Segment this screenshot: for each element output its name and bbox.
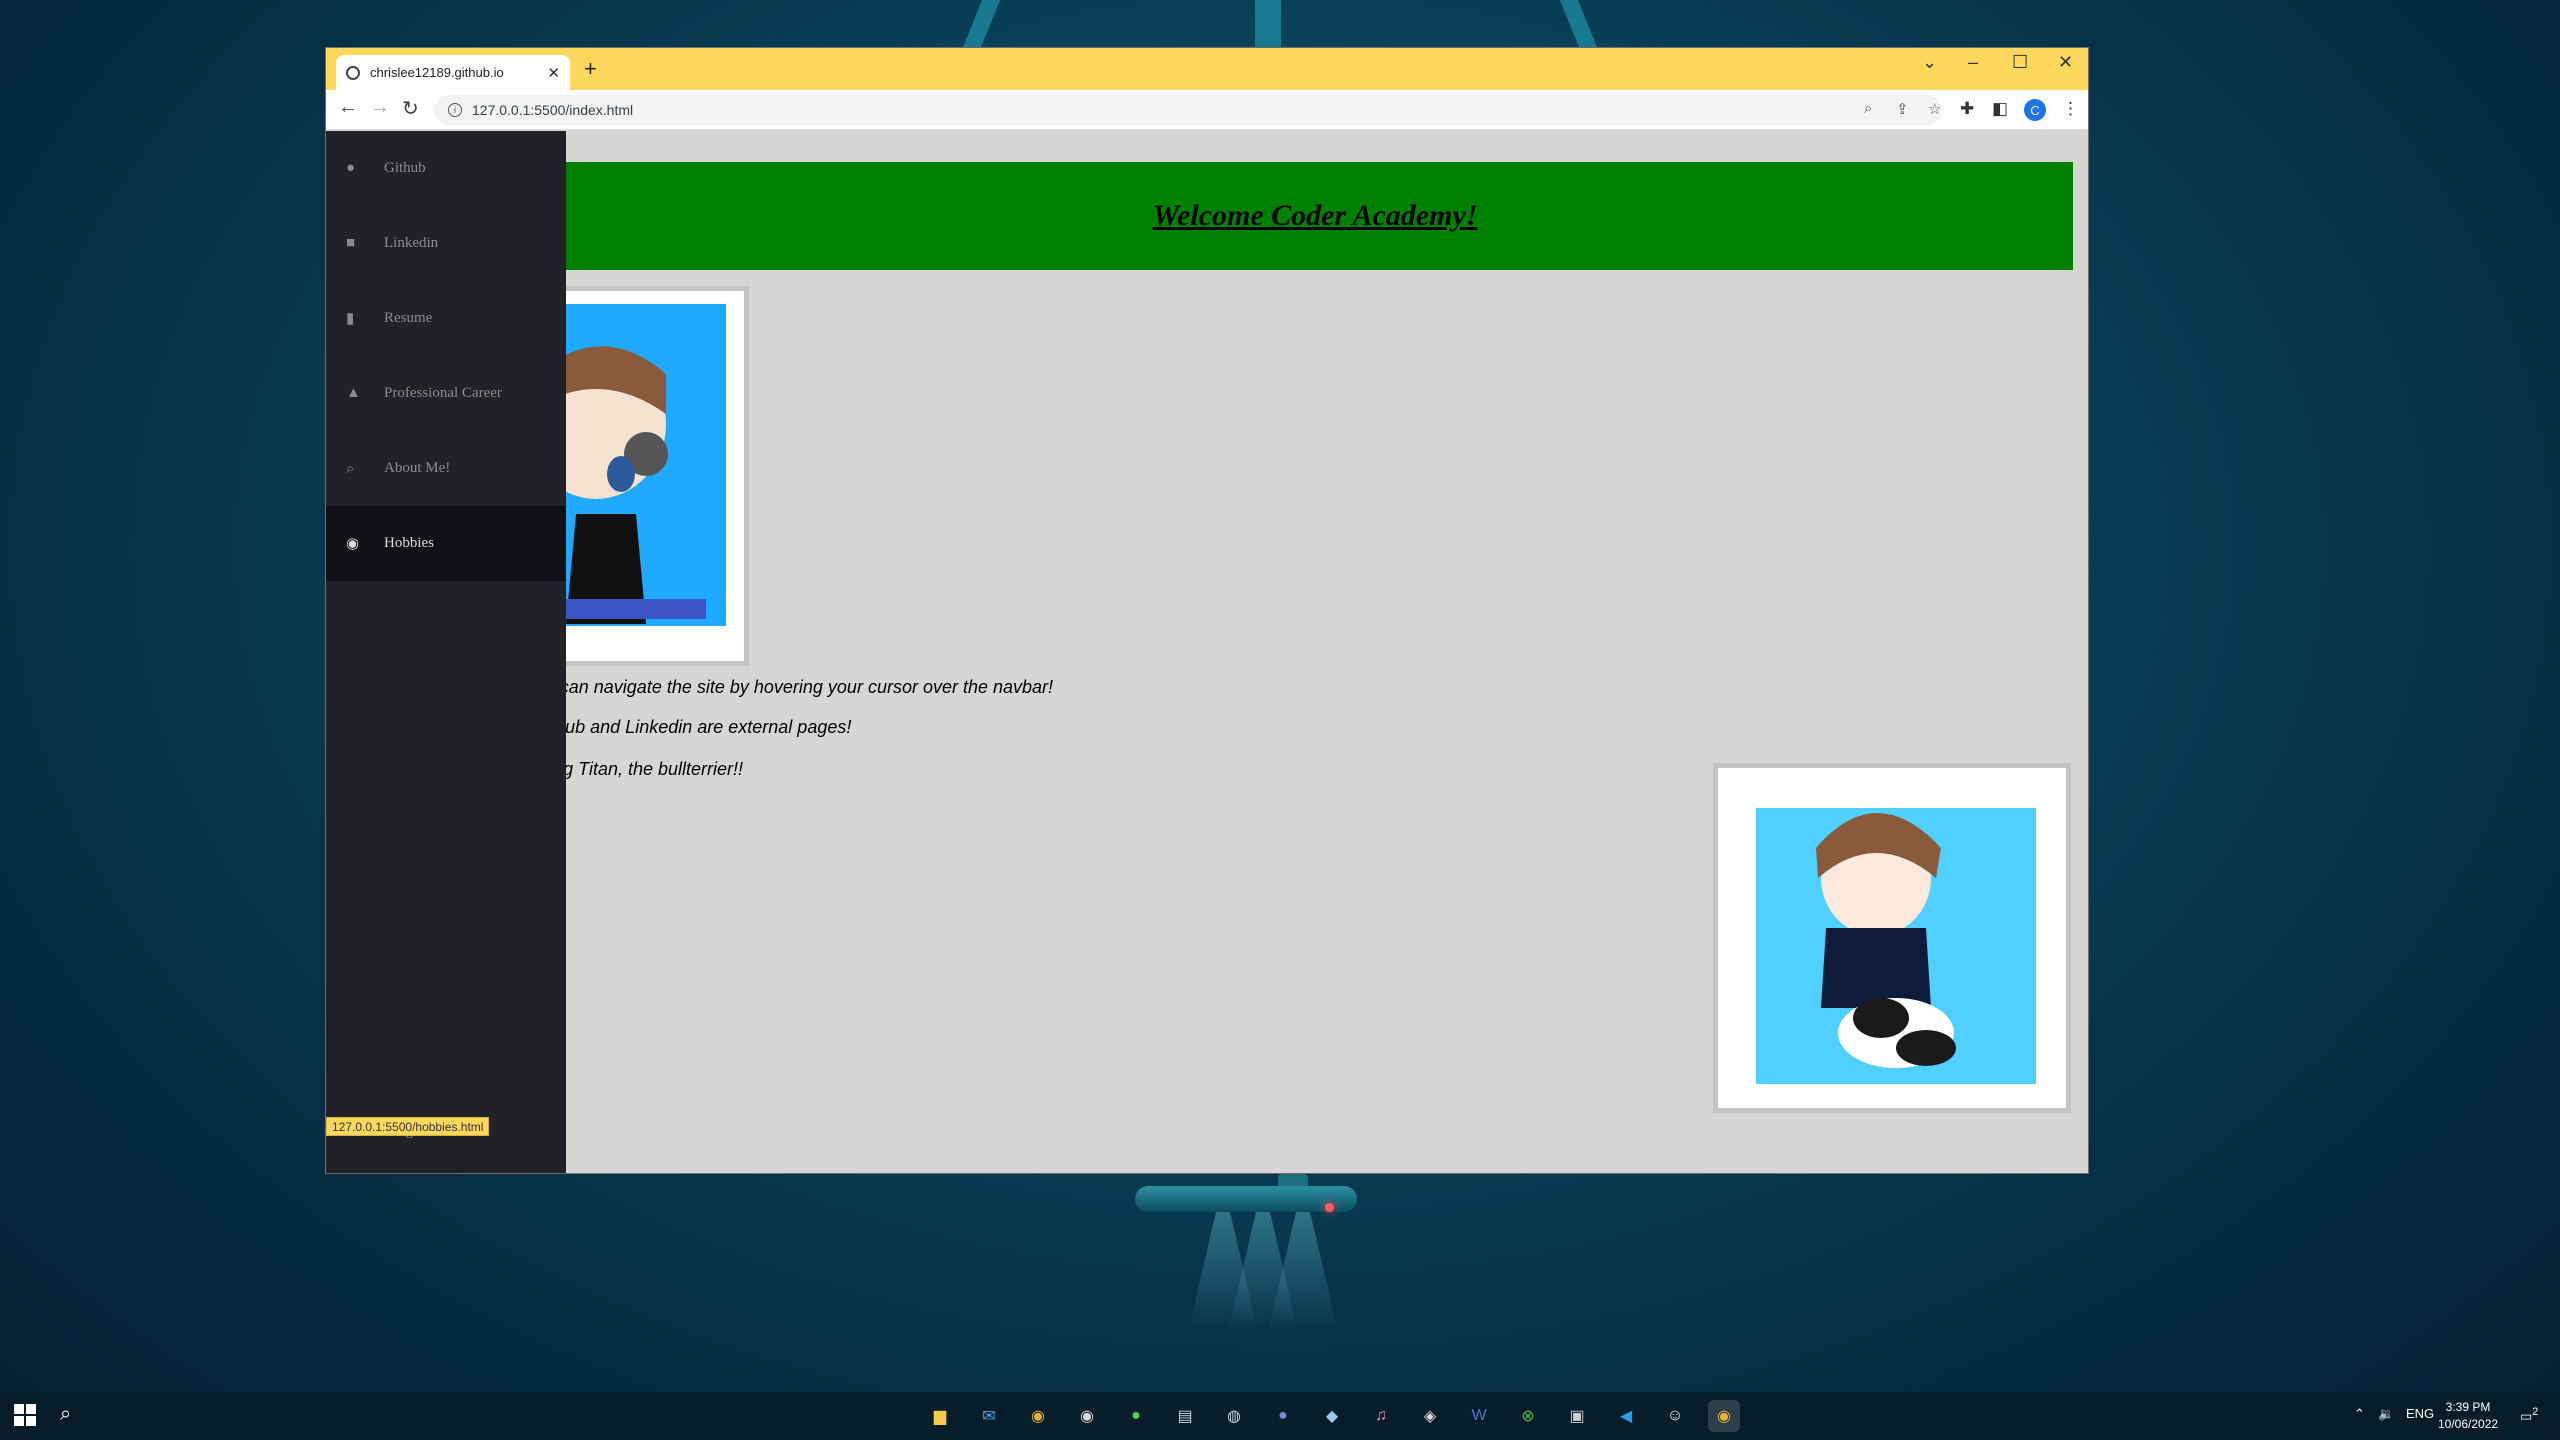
dog-photo-frame xyxy=(1718,768,2066,1108)
back-button[interactable]: ← xyxy=(338,96,358,119)
bell-icon: ▲ xyxy=(346,385,361,401)
clock-date: 10/06/2022 xyxy=(2438,1417,2499,1431)
close-window-button[interactable]: ✕ xyxy=(2058,52,2073,73)
bookmark-star-icon[interactable]: ☆ xyxy=(1928,100,1941,118)
browser-window: chrislee12189.github.io ✕ + ⌄ – ☐ ✕ ← → … xyxy=(326,48,2088,1173)
address-url[interactable]: 127.0.0.1:5500/index.html xyxy=(472,102,633,118)
language-indicator[interactable]: ENG xyxy=(2406,1406,2434,1421)
nav-item-github[interactable]: ● Github xyxy=(326,131,566,206)
submarine-light xyxy=(1325,1203,1334,1212)
xbox-icon[interactable]: ⊗ xyxy=(1512,1400,1544,1432)
nav-label: Hobbies xyxy=(384,535,434,551)
vscode-icon[interactable]: ◀ xyxy=(1610,1400,1642,1432)
zoom-icon[interactable]: ⌕ xyxy=(1864,100,1872,117)
wallpaper-light-beam xyxy=(961,0,1001,50)
nav-label: Resume xyxy=(384,310,433,326)
forward-button[interactable]: → xyxy=(370,96,390,119)
submarine-image xyxy=(1135,1186,1357,1212)
nav-label: About Me! xyxy=(384,460,451,476)
browser-toolbar: ← → ↻ i 127.0.0.1:5500/index.html ⌕ ⇪ ☆ … xyxy=(326,90,2088,130)
share-icon[interactable]: ⇪ xyxy=(1896,100,1909,118)
profile-avatar[interactable]: C xyxy=(2024,99,2046,121)
taskbar: ⌕ ▆ ✉ ◉ ◉ ● ▤ ◍ ● ◆ ♫ ◈ W ⊗ ▣ ◀ ☺ ◉ ⌃ 🔉 … xyxy=(0,1392,2560,1440)
tab-title: chrislee12189.github.io xyxy=(370,65,504,80)
feedly-icon[interactable]: ● xyxy=(1120,1400,1152,1432)
search-icon: ⌕ xyxy=(346,460,355,477)
linkedin-icon: ■ xyxy=(346,235,356,251)
chrome-alt-icon[interactable]: ◉ xyxy=(1071,1400,1103,1432)
steam-icon: ◉ xyxy=(346,536,360,552)
notification-icon[interactable]: ▭2 xyxy=(2520,1406,2538,1424)
web-page: Welcome Coder Academy! Welcome to my web… xyxy=(326,131,2088,1173)
info-icon[interactable]: i xyxy=(448,103,462,117)
tray-chevron-icon[interactable]: ⌃ xyxy=(2354,1406,2365,1422)
steam-app-icon[interactable]: ◍ xyxy=(1218,1400,1250,1432)
tab-search-icon[interactable]: ⌄ xyxy=(1922,52,1937,73)
search-icon[interactable]: ⌕ xyxy=(60,1403,71,1426)
page-title: Welcome Coder Academy! xyxy=(1152,199,1478,232)
wallpaper-light-beam xyxy=(1559,0,1599,50)
chrome-active-icon[interactable]: ◉ xyxy=(1708,1400,1740,1432)
itunes-icon[interactable]: ♫ xyxy=(1365,1400,1397,1432)
nav-label: Linkedin xyxy=(384,235,439,251)
volume-icon[interactable]: 🔉 xyxy=(2378,1406,2394,1422)
chrome-icon[interactable]: ◉ xyxy=(1022,1400,1054,1432)
nav-item-hobbies[interactable]: ◉ Hobbies xyxy=(326,506,566,581)
nav-label: Professional Career xyxy=(384,385,502,401)
files-icon[interactable]: ▤ xyxy=(1169,1400,1201,1432)
tab-strip: chrislee12189.github.io ✕ + ⌄ – ☐ ✕ xyxy=(326,48,2088,90)
side-navbar: ● Github ■ Linkedin ▮ Resume ▲ Professio… xyxy=(326,131,566,1173)
side-panel-icon[interactable]: ◧ xyxy=(1992,99,2008,119)
nav-label: Github xyxy=(384,160,426,176)
file-icon: ▮ xyxy=(346,311,355,327)
mail-icon[interactable]: ✉ xyxy=(973,1400,1005,1432)
windows-start-button[interactable] xyxy=(14,1404,36,1426)
nav-item-professional-career[interactable]: ▲ Professional Career xyxy=(326,356,566,431)
menu-icon[interactable]: ⋮ xyxy=(2062,99,2079,119)
notification-count: 2 xyxy=(2532,1406,2539,1418)
wallpaper-light-beam xyxy=(1255,0,1281,50)
system-clock[interactable]: 3:39 PM 10/06/2022 xyxy=(2438,1399,2498,1433)
close-tab-icon[interactable]: ✕ xyxy=(547,64,560,82)
app-icon[interactable]: ☺ xyxy=(1659,1400,1691,1432)
reload-button[interactable]: ↻ xyxy=(402,96,419,121)
dog-illustration xyxy=(1756,808,2036,1084)
nav-item-linkedin[interactable]: ■ Linkedin xyxy=(326,206,566,281)
word-icon[interactable]: W xyxy=(1463,1400,1495,1432)
app-icon[interactable]: ◆ xyxy=(1316,1400,1348,1432)
nav-item-resume[interactable]: ▮ Resume xyxy=(326,281,566,356)
file-explorer-icon[interactable]: ▆ xyxy=(924,1400,956,1432)
browser-tab[interactable]: chrislee12189.github.io ✕ xyxy=(336,55,570,90)
maximize-button[interactable]: ☐ xyxy=(2012,52,2028,73)
new-tab-button[interactable]: + xyxy=(584,56,597,82)
clock-time: 3:39 PM xyxy=(2445,1400,2491,1414)
github-icon: ● xyxy=(346,160,356,176)
address-bar[interactable]: i 127.0.0.1:5500/index.html ⌕ ⇪ ☆ xyxy=(434,95,1942,125)
welcome-banner: Welcome Coder Academy! xyxy=(557,162,2073,270)
globe-icon xyxy=(346,65,360,80)
extensions-icon[interactable]: ✚ xyxy=(1960,99,1974,119)
link-status-bubble: 127.0.0.1:5500/hobbies.html xyxy=(326,1117,490,1136)
terminal-icon[interactable]: ▣ xyxy=(1561,1400,1593,1432)
minimize-button[interactable]: – xyxy=(1968,52,1978,73)
discord-icon[interactable]: ● xyxy=(1267,1400,1299,1432)
app-icon[interactable]: ◈ xyxy=(1414,1400,1446,1432)
nav-item-about-me[interactable]: ⌕ About Me! xyxy=(326,431,566,506)
